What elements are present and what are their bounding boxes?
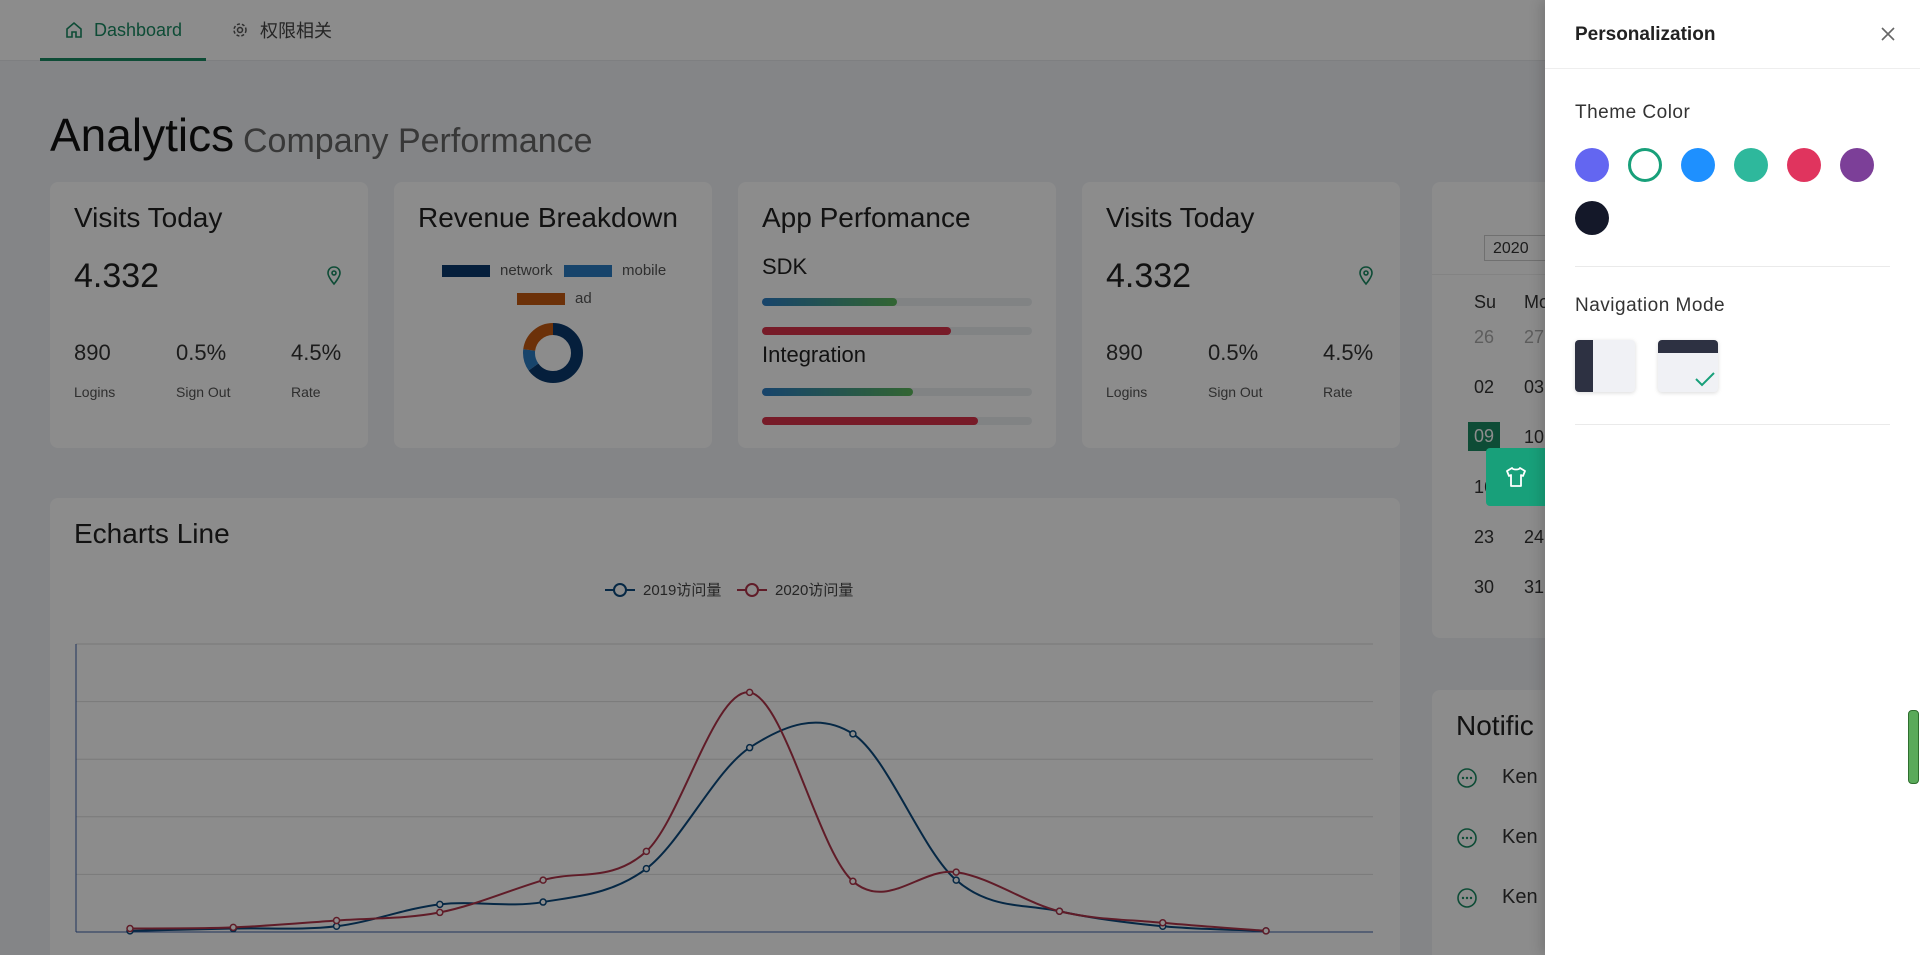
drawer-header: Personalization — [1545, 0, 1920, 69]
nav-mode-top-preview — [1658, 340, 1718, 353]
nav-mode-sidebar[interactable] — [1575, 340, 1635, 392]
theme-swatch[interactable] — [1575, 201, 1609, 235]
checkmark-icon — [1695, 372, 1715, 387]
theme-toggle-button[interactable] — [1486, 448, 1545, 506]
shirt-icon — [1505, 467, 1526, 487]
drawer-divider — [1575, 266, 1890, 267]
modal-overlay[interactable] — [0, 0, 1545, 955]
nav-mode-top[interactable] — [1658, 340, 1718, 392]
close-icon[interactable] — [1878, 24, 1898, 44]
theme-color-label: Theme Color — [1575, 102, 1691, 123]
theme-swatch[interactable] — [1681, 148, 1715, 182]
theme-swatch[interactable] — [1840, 148, 1874, 182]
nav-mode-sidebar-preview — [1575, 340, 1593, 392]
drawer-divider — [1575, 424, 1890, 425]
theme-swatch[interactable] — [1787, 148, 1821, 182]
personalization-drawer: Personalization Theme Color Navigation M… — [1545, 0, 1920, 955]
navigation-mode-label: Navigation Mode — [1575, 295, 1726, 316]
theme-swatch[interactable] — [1575, 148, 1609, 182]
theme-swatch[interactable] — [1628, 148, 1662, 182]
theme-swatch[interactable] — [1734, 148, 1768, 182]
scrollbar-thumb[interactable] — [1908, 710, 1919, 784]
drawer-title: Personalization — [1575, 24, 1716, 45]
